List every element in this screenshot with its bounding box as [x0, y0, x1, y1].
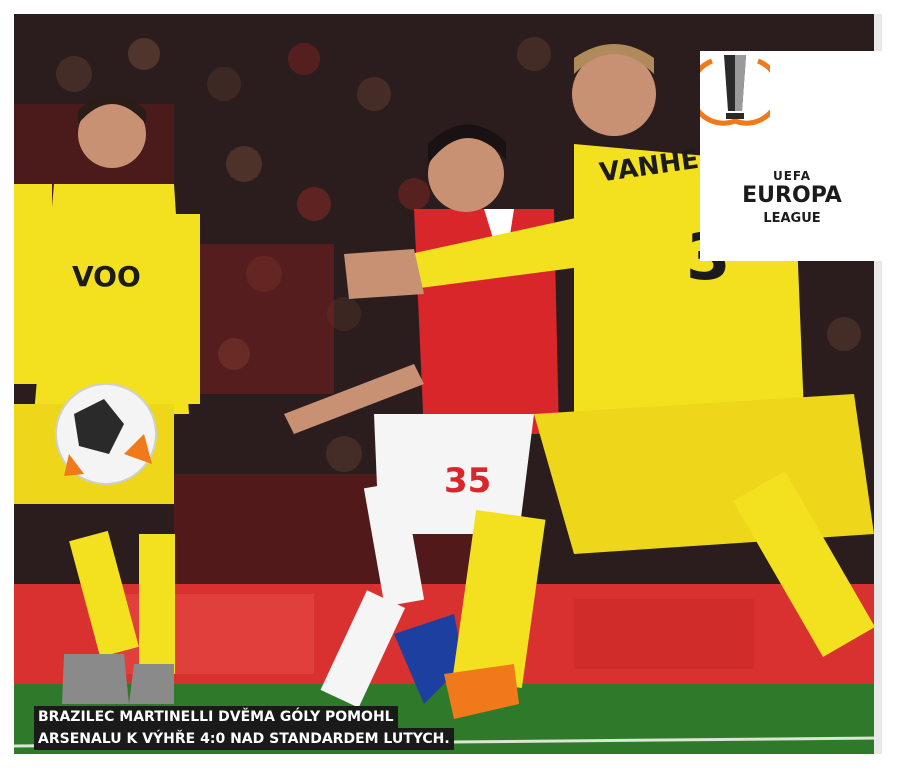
match-photo: VOO 35 VANHEUSD UEFA EUROPA LEAGUE: [14, 14, 882, 754]
jersey-sponsor: VOO: [72, 260, 141, 293]
logo-subtitle: LEAGUE: [763, 211, 821, 226]
europa-league-trophy-icon: [700, 55, 770, 126]
football: [55, 383, 157, 485]
europa-league-logo: UEFA EUROPA LEAGUE: [700, 51, 882, 261]
shirt-number-player: 35: [444, 461, 491, 501]
logo-uefa-text: UEFA: [772, 169, 812, 183]
caption-line-1: BRAZILEC MARTINELLI DVĚMA GÓLY POMOHL: [34, 706, 398, 728]
logo-title: EUROPA: [742, 183, 842, 208]
photo-caption: BRAZILEC MARTINELLI DVĚMA GÓLY POMOHL AR…: [34, 706, 454, 750]
caption-line-2: ARSENALU K VÝHŘE 4:0 NAD STANDARDEM LUTY…: [34, 728, 454, 750]
